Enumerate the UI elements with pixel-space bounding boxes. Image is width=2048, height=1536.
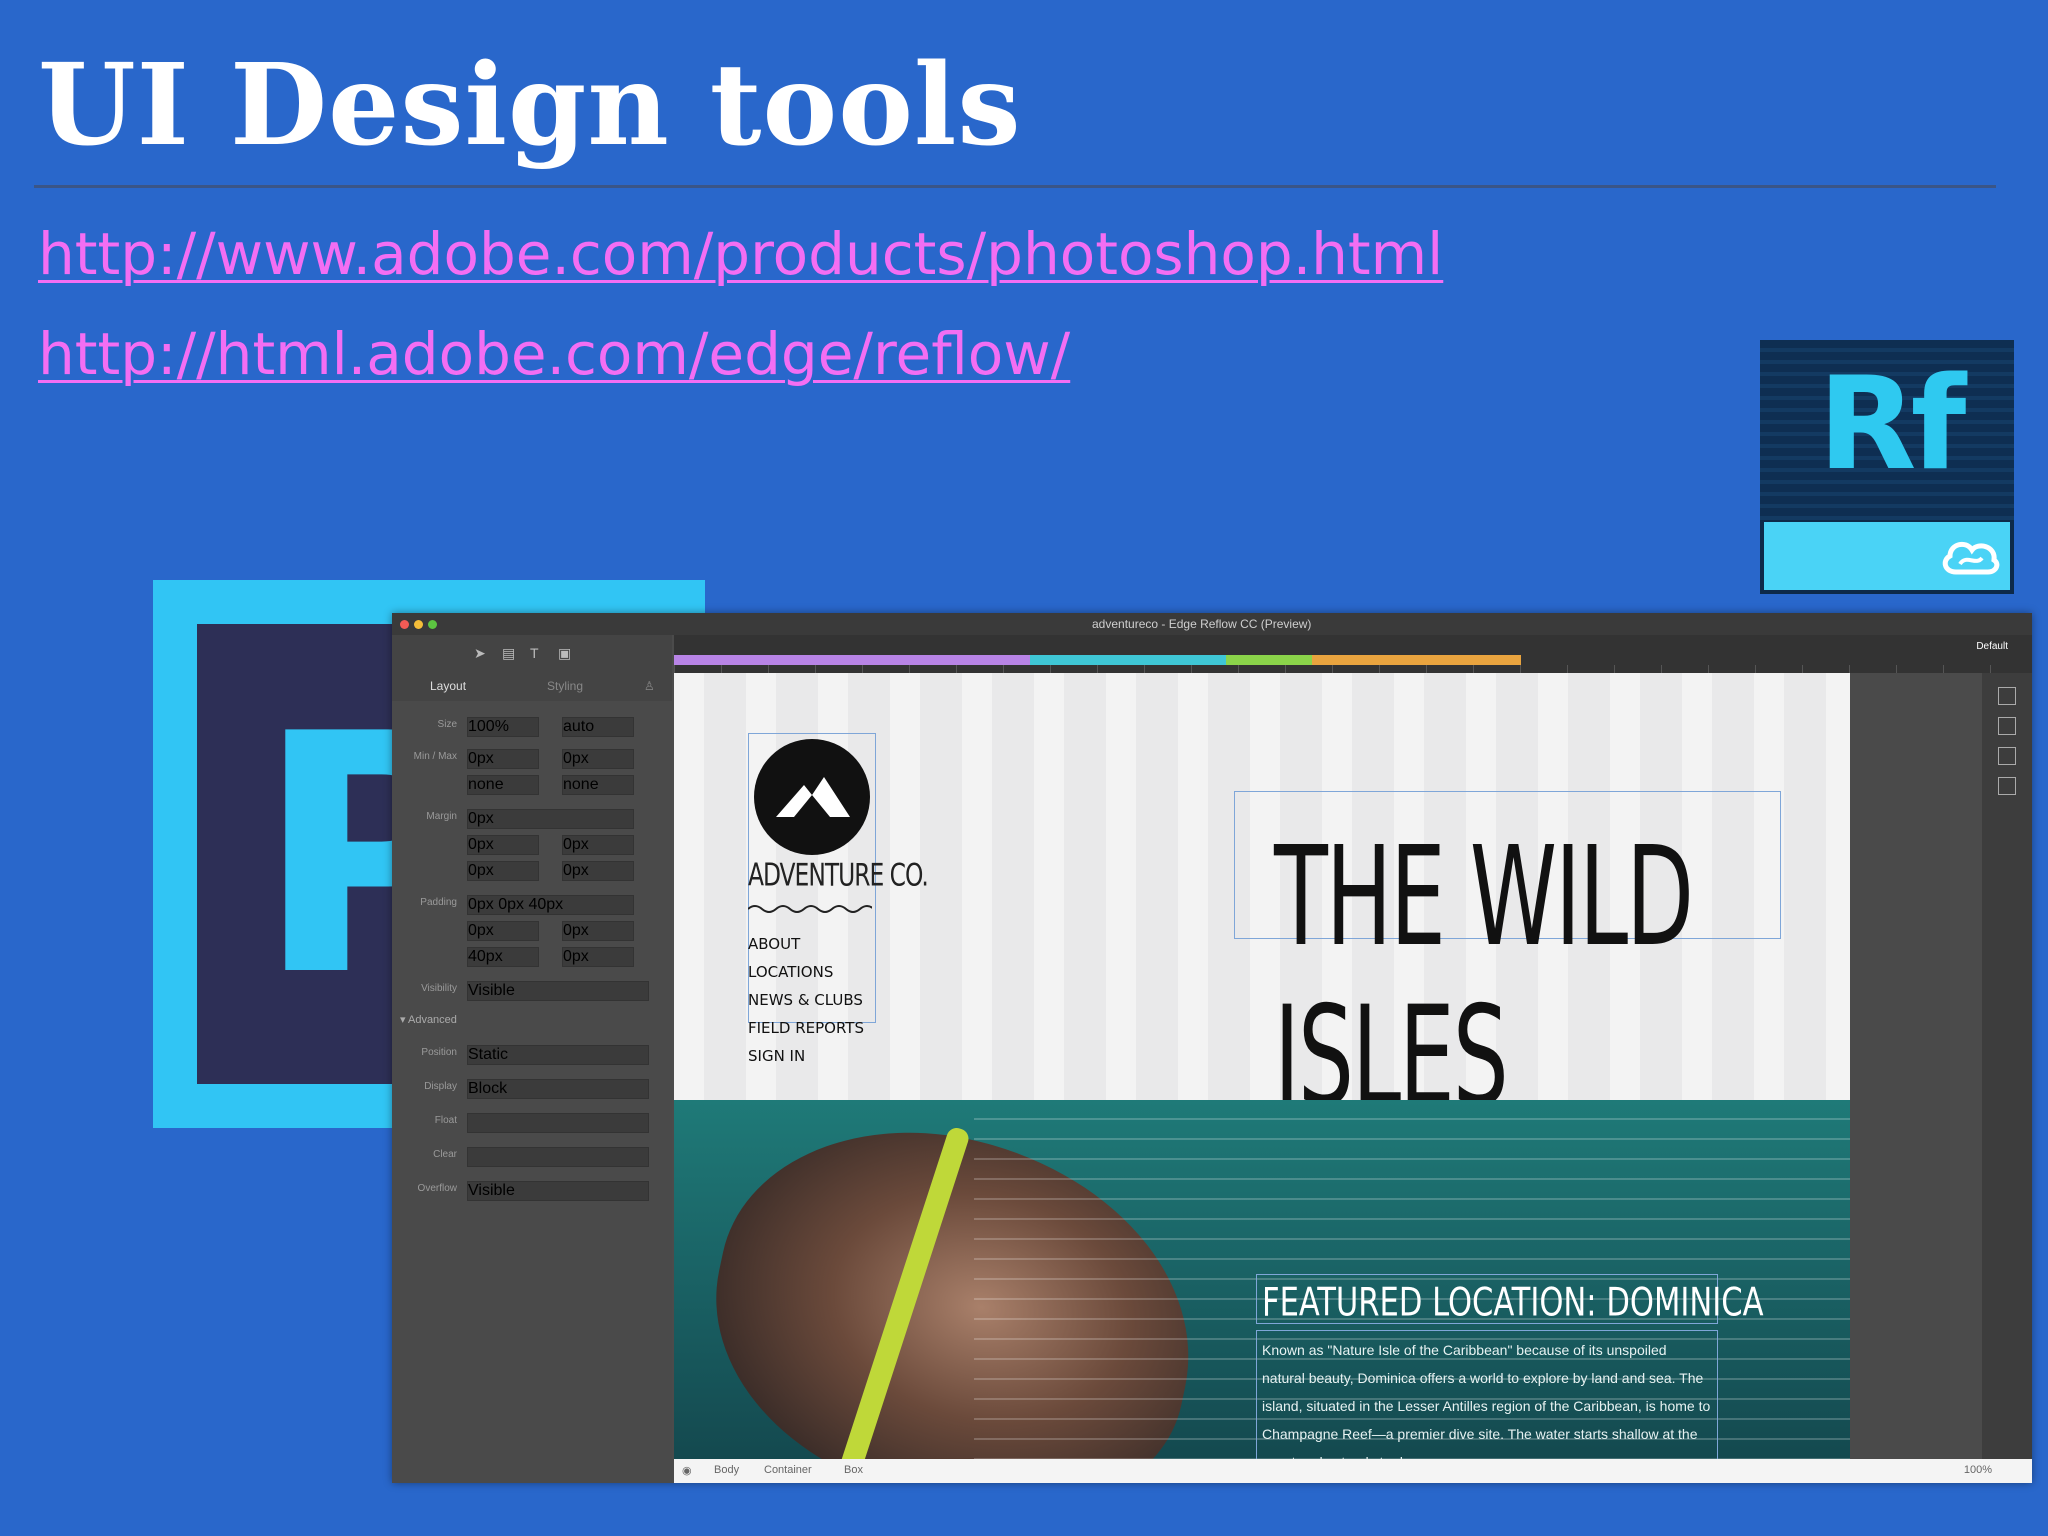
property-row: Display Block: [392, 1077, 672, 1099]
property-field[interactable]: 0px: [562, 749, 634, 769]
breadcrumb-body[interactable]: Body: [714, 1464, 739, 1476]
tab-styling[interactable]: Styling: [547, 679, 583, 693]
property-field[interactable]: 0px: [562, 835, 634, 855]
nav-item-news-clubs[interactable]: NEWS & CLUBS: [748, 991, 863, 1009]
property-field[interactable]: 0px: [467, 921, 539, 941]
property-row: Size 100% auto: [392, 715, 672, 737]
breakpoint-segment[interactable]: [1312, 655, 1521, 665]
property-row: none none: [392, 773, 672, 795]
property-row: 0px 0px: [392, 919, 672, 941]
breakpoint-segment[interactable]: [674, 655, 1030, 665]
reflow-logo-text: Rf: [1818, 350, 1966, 499]
property-row: Clear: [392, 1145, 672, 1167]
close-button[interactable]: [400, 620, 409, 629]
property-row: 0px 0px: [392, 833, 672, 855]
zoom-level[interactable]: 100%: [1964, 1464, 1992, 1476]
property-field[interactable]: 100%: [467, 717, 539, 737]
design-canvas[interactable]: ADVENTURE CO. ABOUT LOCATIONS NEWS & CLU…: [674, 673, 1850, 1459]
properties-panel: Layout Styling ♙ Size 100% auto Min / Ma…: [392, 673, 672, 1483]
property-field[interactable]: 0px: [562, 947, 634, 967]
person-icon[interactable]: ♙: [644, 679, 655, 693]
display-select[interactable]: Block: [467, 1079, 649, 1099]
breakpoint-segment[interactable]: [1226, 655, 1312, 665]
nav-item-field-reports[interactable]: FIELD REPORTS: [748, 1019, 864, 1037]
creative-cloud-icon: [1942, 541, 2000, 575]
maximize-button[interactable]: [428, 620, 437, 629]
reflow-link[interactable]: http://html.adobe.com/edge/reflow/: [38, 320, 1070, 388]
property-row: 0px 0px: [392, 859, 672, 881]
property-field[interactable]: 0px: [467, 861, 539, 881]
property-row: Position Static: [392, 1043, 672, 1065]
box-tool-icon[interactable]: ▤: [502, 645, 520, 661]
featured-photo: FEATURED LOCATION: DOMINICA Known as "Na…: [674, 1100, 1850, 1459]
device-icon[interactable]: [1998, 687, 2016, 705]
minimize-button[interactable]: [414, 620, 423, 629]
property-row: 40px 0px: [392, 945, 672, 967]
property-row: Min / Max 0px 0px: [392, 747, 672, 769]
property-field[interactable]: 0px: [467, 809, 634, 829]
nav-item-sign-in[interactable]: SIGN IN: [748, 1047, 805, 1065]
property-field[interactable]: 0px: [467, 749, 539, 769]
window-title: adventureco - Edge Reflow CC (Preview): [1092, 617, 1312, 631]
property-field[interactable]: 0px: [562, 861, 634, 881]
property-row: Margin 0px: [392, 807, 672, 829]
pages-icon[interactable]: [1998, 747, 2016, 765]
property-field[interactable]: none: [467, 775, 539, 795]
wave-divider: [748, 905, 872, 913]
title-bar: adventureco - Edge Reflow CC (Preview): [392, 613, 2032, 635]
brand-name: ADVENTURE CO.: [748, 858, 929, 894]
library-icon[interactable]: [1998, 717, 2016, 735]
eye-icon[interactable]: ◉: [682, 1464, 692, 1477]
hero-title: THE WILD ISLES: [1274, 818, 1694, 1138]
mountain-logo-icon: [754, 739, 870, 855]
breadcrumb-box[interactable]: Box: [844, 1464, 863, 1476]
nav-item-about[interactable]: ABOUT: [748, 935, 800, 953]
select-tool-icon[interactable]: ➤: [474, 645, 492, 661]
right-toolbar: [1982, 673, 2032, 1459]
panel-tabs: Layout Styling ♙: [392, 673, 672, 701]
text-tool-icon[interactable]: T: [530, 645, 548, 661]
reflow-app-window: adventureco - Edge Reflow CC (Preview) ➤…: [392, 613, 2032, 1483]
float-toggle-group[interactable]: [467, 1113, 649, 1133]
property-field[interactable]: 40px: [467, 947, 539, 967]
advanced-section-header[interactable]: ▾ Advanced: [400, 1013, 457, 1026]
featured-body: Known as "Nature Isle of the Caribbean" …: [1262, 1342, 1711, 1459]
property-row: Float: [392, 1111, 672, 1133]
breakpoint-ruler[interactable]: Default: [674, 635, 2032, 673]
title-divider: [34, 185, 1996, 188]
overflow-select[interactable]: Visible: [467, 1181, 649, 1201]
property-field[interactable]: 0px: [562, 921, 634, 941]
clear-toggle-group[interactable]: [467, 1147, 649, 1167]
property-field[interactable]: 0px: [467, 835, 539, 855]
nav-item-locations[interactable]: LOCATIONS: [748, 963, 833, 981]
position-select[interactable]: Static: [467, 1045, 649, 1065]
tool-bar: ➤ ▤ T ▣: [392, 635, 672, 673]
property-field[interactable]: none: [562, 775, 634, 795]
ruler-ticks: [674, 665, 2032, 673]
photoshop-link-icon[interactable]: [1998, 777, 2016, 795]
canvas-gutter: [1850, 673, 1950, 1459]
breadcrumb-container[interactable]: Container: [764, 1464, 812, 1476]
property-row: Padding 0px 0px 40px: [392, 893, 672, 915]
reflow-logo: Rf: [1760, 340, 2014, 594]
property-row: Visibility Visible: [392, 979, 672, 1001]
property-field[interactable]: auto: [562, 717, 634, 737]
tab-layout[interactable]: Layout: [430, 679, 466, 693]
slide-title: UI Design tools: [38, 40, 1022, 171]
breakpoint-segment[interactable]: [1030, 655, 1226, 665]
photoshop-link[interactable]: http://www.adobe.com/products/photoshop.…: [38, 220, 1443, 288]
ruler-default-label: Default: [1976, 641, 2008, 652]
status-bar: ◉ Body Container Box 100%: [674, 1459, 2032, 1483]
featured-title: FEATURED LOCATION: DOMINICA: [1262, 1280, 1764, 1326]
property-field[interactable]: 0px 0px 40px: [467, 895, 634, 915]
property-row: Overflow Visible: [392, 1179, 672, 1201]
image-tool-icon[interactable]: ▣: [558, 645, 576, 661]
visibility-select[interactable]: Visible: [467, 981, 649, 1001]
